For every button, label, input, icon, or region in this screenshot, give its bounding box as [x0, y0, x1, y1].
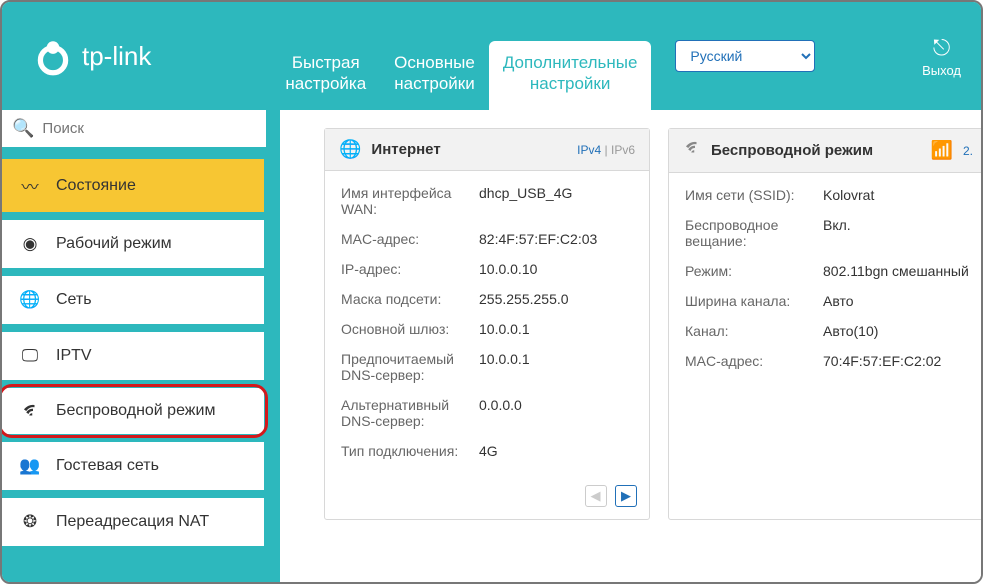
tab-quick-setup[interactable]: Быстраянастройка	[271, 41, 380, 110]
sidebar-item-label: Рабочий режим	[56, 235, 172, 253]
logo-icon	[32, 35, 74, 77]
search-box[interactable]: 🔍	[2, 110, 266, 147]
globe-icon: 🌐	[339, 139, 361, 160]
signal-icon: 📶	[931, 140, 953, 161]
toggle-icon: ◉	[18, 234, 42, 254]
brand-logo: tp-link	[32, 35, 151, 77]
search-input[interactable]	[42, 120, 256, 137]
logout-label: Выход	[922, 63, 961, 78]
ipv6-toggle[interactable]: IPv6	[611, 143, 635, 157]
brand-text: tp-link	[82, 41, 151, 72]
sidebar-item-label: Сеть	[56, 291, 92, 309]
nat-icon: ❂	[18, 512, 42, 532]
prev-button[interactable]: ◀	[585, 485, 607, 507]
sidebar-item-iptv[interactable]: 🖵 IPTV	[2, 332, 264, 380]
card-title: Беспроводной режим	[711, 142, 931, 159]
sidebar-item-label: Гостевая сеть	[56, 457, 159, 475]
sidebar-item-status[interactable]: 〰 Состояние	[2, 159, 264, 212]
exit-icon: ⎋	[922, 35, 961, 61]
sidebar-item-nat[interactable]: ❂ Переадресация NAT	[2, 498, 264, 546]
globe-icon: 🌐	[18, 290, 42, 310]
tab-advanced[interactable]: Дополнительныенастройки	[489, 41, 652, 110]
ipv4-toggle[interactable]: IPv4	[577, 143, 601, 157]
tab-basic[interactable]: Основныенастройки	[380, 41, 489, 110]
wifi-icon	[18, 402, 42, 420]
logout-button[interactable]: ⎋ Выход	[922, 35, 961, 78]
card-title: Интернет	[371, 141, 577, 158]
pulse-icon: 〰	[18, 173, 42, 198]
card-wireless: Беспроводной режим 📶 2. Имя сети (SSID):…	[668, 128, 981, 520]
card-internet: 🌐 Интернет IPv4 | IPv6 Имя интерфейса WA…	[324, 128, 650, 520]
language-select[interactable]: Русский	[675, 40, 815, 72]
sidebar-item-guest[interactable]: 👥 Гостевая сеть	[2, 442, 264, 490]
next-button[interactable]: ▶	[615, 485, 637, 507]
band-label: 2.	[963, 144, 973, 158]
sidebar-item-wireless[interactable]: Беспроводной режим	[2, 388, 264, 434]
users-icon: 👥	[18, 456, 42, 476]
monitor-icon: 🖵	[18, 346, 42, 366]
sidebar-item-label: Беспроводной режим	[56, 402, 215, 420]
sidebar-item-label: Переадресация NAT	[56, 513, 209, 531]
sidebar-item-label: IPTV	[56, 347, 92, 365]
search-icon: 🔍	[12, 118, 34, 139]
sidebar-item-label: Состояние	[56, 177, 136, 195]
sidebar-item-network[interactable]: 🌐 Сеть	[2, 276, 264, 324]
sidebar-item-opmode[interactable]: ◉ Рабочий режим	[2, 220, 264, 268]
wifi-icon	[683, 139, 701, 162]
